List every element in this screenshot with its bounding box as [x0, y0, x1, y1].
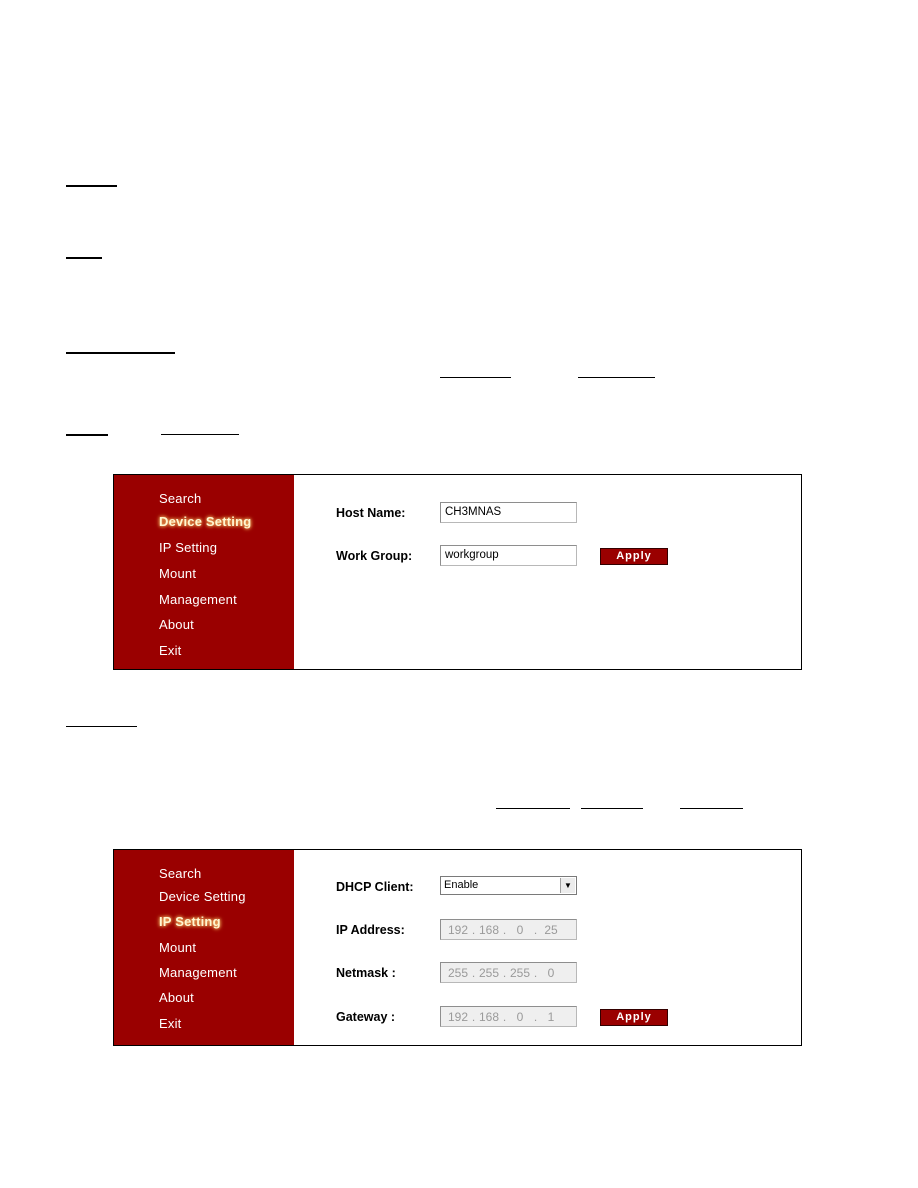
heading-underline	[66, 185, 117, 187]
gateway-octet: 0	[516, 1009, 524, 1024]
ip-address-label: IP Address:	[336, 923, 405, 937]
work-group-input[interactable]: workgroup	[440, 545, 577, 566]
netmask-octet: 255	[478, 965, 500, 980]
sidebar-menu: Search Device Setting IP Setting Mount M…	[114, 850, 294, 1045]
menu-item-mount[interactable]: Mount	[159, 940, 196, 955]
chevron-down-icon[interactable]: ▼	[560, 878, 575, 893]
ip-octet: 168	[478, 922, 500, 937]
host-name-label: Host Name:	[336, 506, 406, 520]
menu-item-device-setting[interactable]: Device Setting	[159, 514, 251, 529]
work-group-label: Work Group:	[336, 549, 413, 563]
menu-item-exit[interactable]: Exit	[159, 1016, 181, 1031]
heading-underline	[66, 352, 175, 354]
menu-item-ip-setting[interactable]: IP Setting	[159, 914, 221, 929]
menu-item-search[interactable]: Search	[159, 491, 201, 506]
apply-button[interactable]: Apply	[600, 548, 668, 565]
menu-item-management[interactable]: Management	[159, 592, 237, 607]
sidebar-menu: Search Device Setting IP Setting Mount M…	[114, 475, 294, 669]
dhcp-client-select[interactable]: Enable ▼	[440, 876, 577, 895]
gateway-octet: 1	[547, 1009, 555, 1024]
menu-item-ip-setting[interactable]: IP Setting	[159, 540, 217, 555]
link-underline	[581, 808, 643, 809]
menu-item-exit[interactable]: Exit	[159, 643, 181, 658]
gateway-label: Gateway :	[336, 1010, 396, 1024]
heading-underline	[66, 434, 108, 436]
heading-underline	[66, 257, 102, 259]
ip-octet: 192	[447, 922, 469, 937]
dhcp-client-value: Enable	[444, 879, 479, 891]
link-underline	[680, 808, 743, 809]
netmask-octet: 255	[509, 965, 531, 980]
device-setting-screenshot: Search Device Setting IP Setting Mount M…	[113, 474, 802, 670]
heading-underline	[66, 726, 137, 727]
dhcp-client-label: DHCP Client:	[336, 880, 414, 894]
menu-item-about[interactable]: About	[159, 990, 194, 1005]
link-underline	[578, 377, 655, 378]
link-underline	[496, 808, 570, 809]
ip-octet: 25	[544, 922, 558, 937]
menu-item-mount[interactable]: Mount	[159, 566, 196, 581]
netmask-octet: 255	[447, 965, 469, 980]
menu-item-about[interactable]: About	[159, 617, 194, 632]
menu-item-management[interactable]: Management	[159, 965, 237, 980]
link-underline	[440, 377, 511, 378]
gateway-input[interactable]: 192. 168. 0. 1	[440, 1006, 577, 1027]
ip-setting-screenshot: Search Device Setting IP Setting Mount M…	[113, 849, 802, 1046]
menu-item-search[interactable]: Search	[159, 866, 201, 881]
apply-button[interactable]: Apply	[600, 1009, 668, 1026]
netmask-input[interactable]: 255. 255. 255. 0	[440, 962, 577, 983]
netmask-label: Netmask :	[336, 966, 396, 980]
gateway-octet: 168	[478, 1009, 500, 1024]
gateway-octet: 192	[447, 1009, 469, 1024]
menu-item-device-setting[interactable]: Device Setting	[159, 889, 246, 904]
netmask-octet: 0	[547, 965, 555, 980]
link-underline	[161, 434, 239, 435]
ip-address-input[interactable]: 192. 168. 0. 25	[440, 919, 577, 940]
ip-octet: 0	[516, 922, 524, 937]
host-name-input[interactable]: CH3MNAS	[440, 502, 577, 523]
